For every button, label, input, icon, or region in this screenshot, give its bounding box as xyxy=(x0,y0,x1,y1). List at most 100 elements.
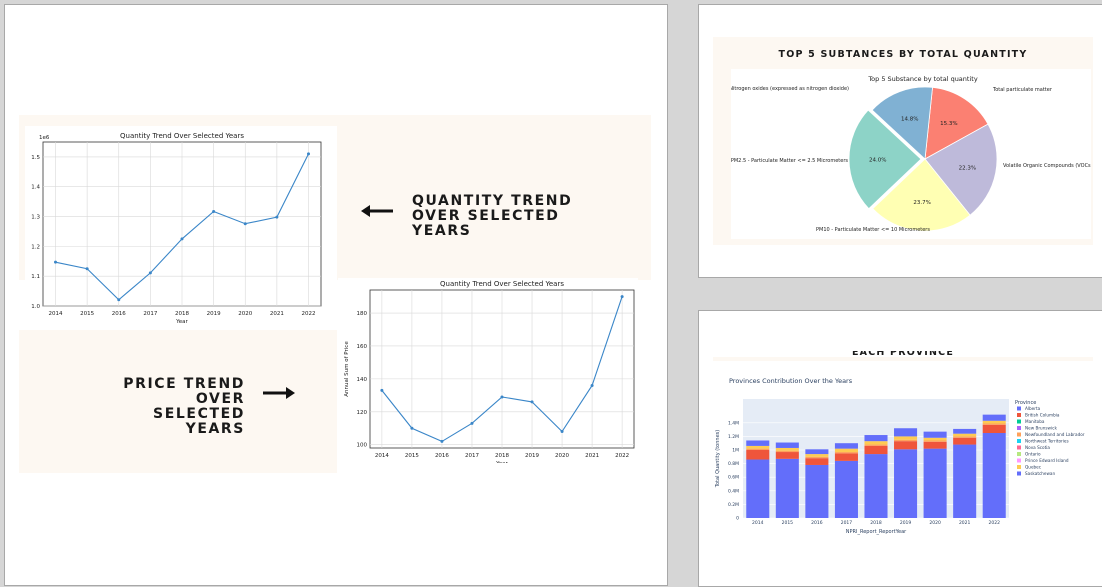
bar-segment xyxy=(746,448,770,450)
bar-segment xyxy=(746,445,770,449)
y-tick-label: 1M xyxy=(732,448,739,454)
legend-item: Ontario xyxy=(1025,452,1041,457)
arrow-right-icon xyxy=(261,385,295,404)
legend-swatch xyxy=(1017,445,1021,450)
bar-segment xyxy=(923,448,947,518)
y-tick-label: 1.5 xyxy=(31,155,40,161)
slide-right-bottom[interactable]: EACH PROVINCE Provinces Contribution Ove… xyxy=(698,310,1102,587)
legend-item: Saskatchewan xyxy=(1025,471,1055,476)
data-point xyxy=(180,237,184,241)
quantity-trend-heading: QUANTITY TREND OVER SELECTED YEARS xyxy=(412,193,573,239)
legend-swatch xyxy=(1017,432,1021,437)
slide-right-top[interactable]: TOP 5 SUBTANCES BY TOTAL QUANTITY Top 5 … xyxy=(698,4,1102,278)
data-point xyxy=(306,152,310,156)
bar-segment xyxy=(775,442,799,448)
bar-segment xyxy=(894,449,918,518)
legend-swatch xyxy=(1017,458,1021,463)
data-point xyxy=(275,215,279,219)
pie-pct-label: 24.0% xyxy=(869,157,886,163)
x-tick-label: 2020 xyxy=(929,520,941,526)
y-tick-label: 0.2M xyxy=(728,502,739,508)
legend-swatch xyxy=(1017,419,1021,424)
bar-segment xyxy=(982,433,1006,518)
legend-item: Newfoundland and Labrador xyxy=(1025,432,1085,437)
bar-segment xyxy=(775,452,799,459)
legend-item: Prince Edward Island xyxy=(1025,458,1069,463)
y-tick-label: 120 xyxy=(357,410,368,416)
x-tick-label: 2016 xyxy=(435,453,449,459)
y-tick-label: 1.4M xyxy=(728,420,739,426)
y-tick-label: 180 xyxy=(357,311,368,317)
bar-segment xyxy=(982,414,1006,421)
data-point xyxy=(500,395,504,399)
price-trend-heading: PRICE TREND OVER SELECTED YEARS xyxy=(123,376,245,437)
bar-segment xyxy=(834,443,858,449)
pie-slice-label: Total particulate matter xyxy=(992,87,1053,93)
bar-segment xyxy=(953,444,977,518)
legend-item: Northwest Territories xyxy=(1025,439,1069,444)
data-point xyxy=(54,260,58,264)
x-axis-label: Year xyxy=(495,461,508,463)
bar-segment xyxy=(923,437,947,441)
x-tick-label: 2018 xyxy=(495,453,509,459)
bar-segment xyxy=(864,435,888,442)
legend-swatch xyxy=(1017,413,1021,417)
y-tick-label: 1.3 xyxy=(31,215,40,221)
data-point xyxy=(560,430,564,434)
legend-swatch xyxy=(1017,471,1021,476)
legend-swatch xyxy=(1017,426,1021,430)
bar-segment xyxy=(894,441,918,450)
bar-title: Provinces Contribution Over the Years xyxy=(729,377,853,385)
data-point xyxy=(530,400,534,404)
price-chart-card: Quantity Trend Over Selected Years 2014 20… xyxy=(338,278,638,467)
pie-pct-label: 15.3% xyxy=(940,121,957,127)
x-tick-label: 2019 xyxy=(525,453,539,459)
x-tick-label: 2021 xyxy=(270,311,284,317)
data-point xyxy=(410,426,414,430)
y-tick-label: 1.4 xyxy=(31,185,40,191)
data-point xyxy=(620,295,624,299)
legend-item: Nova Scotia xyxy=(1025,445,1050,450)
y-tick-label: 100 xyxy=(357,443,368,449)
legend-item: Manitoba xyxy=(1025,419,1045,424)
y-tick-label: 160 xyxy=(357,344,368,350)
legend-swatch xyxy=(1017,406,1021,411)
x-tick-label: 2021 xyxy=(585,453,599,459)
bar-segment xyxy=(864,445,888,455)
pie-pct-label: 22.3% xyxy=(959,165,976,171)
bar-segment xyxy=(775,458,799,518)
bar-segment xyxy=(953,437,977,445)
province-chart-card: Provinces Contribution Over the Years 0 0.… xyxy=(713,361,1093,537)
x-tick-label: 2015 xyxy=(80,311,94,317)
data-point xyxy=(440,439,444,443)
bar-segment xyxy=(775,447,799,451)
slide-left[interactable]: Quantity Trend Over Selected Years 2014 20… xyxy=(4,4,668,586)
bar-segment xyxy=(834,460,858,518)
pie-slice-label: Volatile Organic Compounds (VOCs) xyxy=(1003,163,1091,169)
bar-segment xyxy=(805,454,829,457)
bar-segment xyxy=(953,428,977,434)
x-tick-label: 2017 xyxy=(841,520,853,526)
x-tick-label: 2014 xyxy=(752,520,764,526)
pie-section-heading: TOP 5 SUBTANCES BY TOTAL QUANTITY xyxy=(778,49,1028,60)
legend-swatch xyxy=(1017,465,1021,469)
legend-item: Alberta xyxy=(1025,406,1041,411)
bar-segment xyxy=(864,441,888,445)
y-tick-label: 0.8M xyxy=(728,461,739,467)
data-point xyxy=(590,383,594,387)
y-tick-label: 1.1 xyxy=(31,274,40,280)
y-tick-label: 0.6M xyxy=(728,475,739,481)
bar-segment xyxy=(894,439,918,442)
data-point xyxy=(380,388,384,392)
quantity-chart-card: Quantity Trend Over Selected Years 2014 20… xyxy=(25,126,337,326)
x-tick-label: 2014 xyxy=(49,311,63,317)
x-tick-label: 2015 xyxy=(782,520,794,526)
x-axis-label: NPRI_Report_ReportYear xyxy=(846,529,907,535)
chart-title: Quantity Trend Over Selected Years xyxy=(440,280,564,288)
price-trend-chart: Quantity Trend Over Selected Years 2014 20… xyxy=(344,280,635,467)
arrow-left-icon xyxy=(361,203,395,222)
legend-item: New Brunswick xyxy=(1025,426,1057,431)
pie-title: Top 5 Substance by total quantity xyxy=(867,75,978,83)
bar-segment xyxy=(834,448,858,453)
bar-segment xyxy=(923,441,947,449)
